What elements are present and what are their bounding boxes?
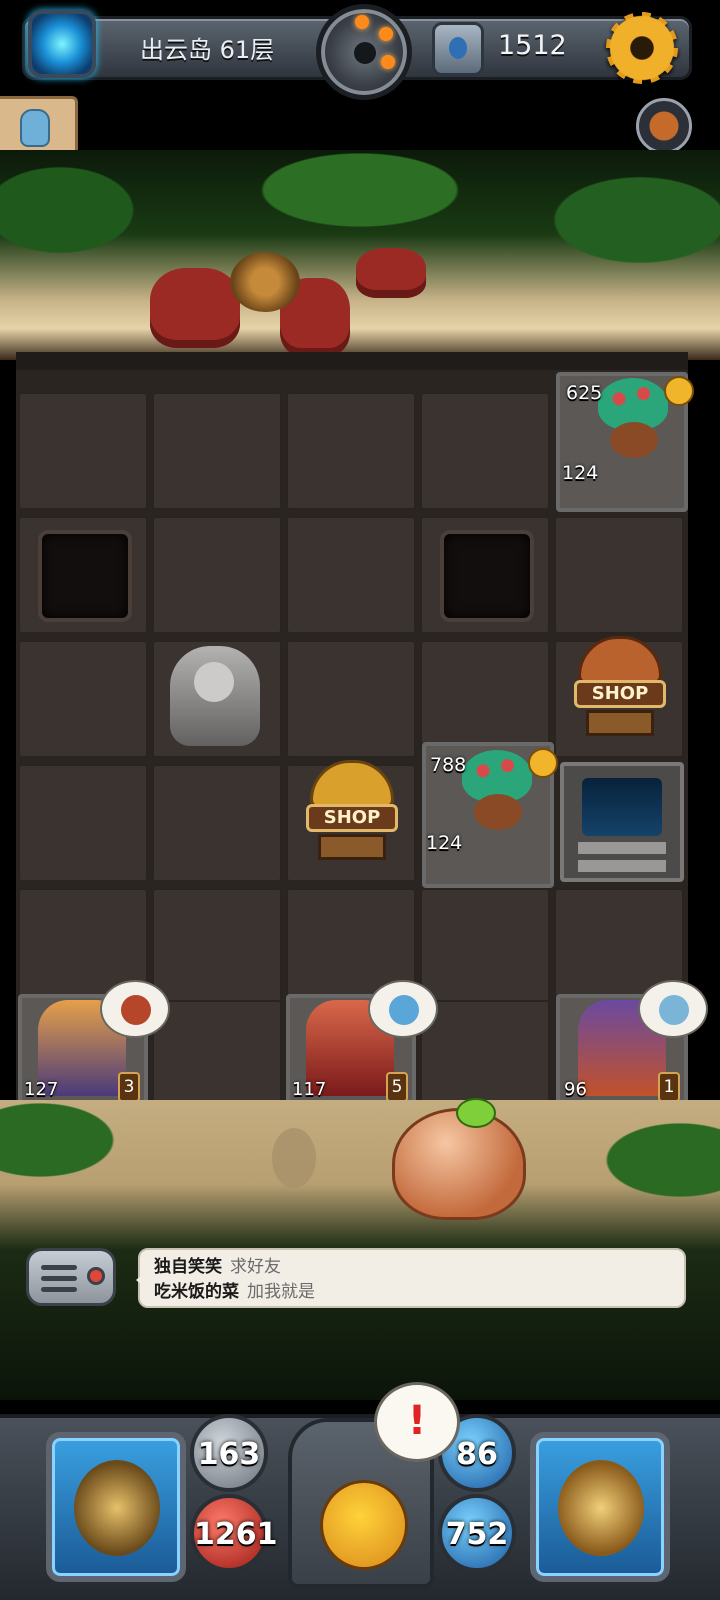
chat-message: 吃米饭的菜 加我就是 xyxy=(154,1280,670,1305)
equipment-slot-button[interactable] xyxy=(46,1432,186,1582)
boss-paw xyxy=(150,268,240,348)
pit-hole xyxy=(440,530,534,622)
timer-icon[interactable] xyxy=(636,98,692,154)
shop-building[interactable]: SHOP xyxy=(570,636,670,740)
shop-roof xyxy=(578,636,662,684)
alert-bubble[interactable]: ! xyxy=(374,1382,460,1462)
board-tile[interactable] xyxy=(152,888,282,1006)
caterpillar xyxy=(456,1098,496,1128)
chat-panel[interactable]: 独自笑笑 求好友 吃米饭的菜 加我就是 xyxy=(136,1248,686,1308)
chat-message: 独自笑笑 求好友 xyxy=(154,1255,670,1280)
coin-count: 1512 xyxy=(498,30,567,61)
board-tile[interactable] xyxy=(152,392,282,510)
board-tile[interactable] xyxy=(420,392,550,510)
bomb-charge-dot xyxy=(379,27,393,41)
floor-label: 出云岛 61层 xyxy=(140,36,275,64)
stairs-step xyxy=(578,860,666,872)
chat-sender: 吃米饭的菜 xyxy=(154,1282,239,1302)
speech-bubble xyxy=(100,980,170,1038)
board-tile[interactable] xyxy=(286,392,416,510)
monster-hp: 625 xyxy=(559,380,603,404)
hero-level: 5 xyxy=(386,1072,408,1102)
board-tile[interactable] xyxy=(152,516,282,634)
board-tile[interactable] xyxy=(554,516,684,634)
peach-pot[interactable] xyxy=(392,1108,526,1220)
hero-level: 1 xyxy=(658,1072,680,1102)
monster-body xyxy=(610,422,658,458)
shield-icon xyxy=(659,995,689,1025)
bomb-core xyxy=(354,42,376,64)
speech-bubble xyxy=(638,980,708,1038)
bomb-charge-dot xyxy=(381,55,395,69)
stairs-exit[interactable] xyxy=(560,762,684,882)
chat-line-icon xyxy=(41,1265,77,1270)
board-tile[interactable] xyxy=(420,888,550,1006)
bomb-dial-icon[interactable] xyxy=(316,4,412,100)
ember-icon xyxy=(121,995,151,1025)
knight-helmet-icon xyxy=(74,1460,160,1556)
chat-button[interactable] xyxy=(26,1248,116,1306)
chat-sender: 独自笑笑 xyxy=(154,1257,222,1277)
board-tile[interactable] xyxy=(152,764,282,882)
monkey-king-face-icon xyxy=(320,1480,408,1570)
stairs-step xyxy=(578,842,666,854)
monster-attack: 124 xyxy=(419,832,463,854)
chat-line-icon xyxy=(41,1287,77,1292)
board-tile[interactable] xyxy=(152,1000,282,1104)
ghost-face xyxy=(194,662,234,702)
shop-base xyxy=(318,834,386,860)
speech-bubble xyxy=(368,980,438,1038)
sword-icon xyxy=(528,748,558,778)
monster-attack: 124 xyxy=(555,462,599,484)
robot-icon xyxy=(20,109,50,147)
shop-base xyxy=(586,710,654,736)
shop-roof xyxy=(310,760,394,808)
board-tile[interactable] xyxy=(18,764,148,882)
board-tile-pit[interactable] xyxy=(420,516,550,634)
monster-body xyxy=(474,794,522,830)
hero-attack: 127 xyxy=(24,1079,59,1100)
chat-text: 求好友 xyxy=(230,1257,281,1277)
footprint xyxy=(272,1128,316,1188)
pit-hole xyxy=(38,530,132,622)
rune-icon xyxy=(432,22,484,76)
gear-icon[interactable] xyxy=(606,12,678,84)
sword-icon xyxy=(664,376,694,406)
ghost-npc[interactable] xyxy=(170,646,260,746)
board-tile[interactable] xyxy=(420,1000,550,1104)
board-tile[interactable] xyxy=(18,640,148,758)
board-tile[interactable] xyxy=(18,392,148,510)
board-tile[interactable] xyxy=(420,640,550,758)
shop-sign: SHOP xyxy=(306,804,398,832)
stairs-hole xyxy=(582,778,662,836)
hp-orb: 1261 xyxy=(190,1494,278,1572)
board-tile-pit[interactable] xyxy=(18,516,148,634)
chat-text: 加我就是 xyxy=(247,1282,315,1302)
spellbook-slot-button[interactable] xyxy=(530,1432,670,1582)
bomb-charge-dot xyxy=(355,15,369,29)
boss-paw xyxy=(356,248,426,298)
attack-orb: 163 xyxy=(190,1414,268,1492)
shop-sign: SHOP xyxy=(574,680,666,708)
robot-badge-button[interactable] xyxy=(0,96,78,158)
hero-attack: 117 xyxy=(292,1079,327,1100)
monster-hp: 788 xyxy=(423,752,467,776)
board-tile[interactable] xyxy=(286,516,416,634)
mana-orb: 752 xyxy=(438,1494,516,1572)
hero-level: 3 xyxy=(118,1072,140,1102)
boss-spike-ball xyxy=(230,252,300,312)
chat-knob-icon xyxy=(87,1267,105,1285)
board-tile[interactable] xyxy=(286,640,416,758)
spellbook-icon xyxy=(558,1460,644,1556)
hero-attack: 96 xyxy=(564,1079,587,1100)
shop-building[interactable]: SHOP xyxy=(302,760,402,864)
whirlwind-icon xyxy=(389,995,419,1025)
portal-icon[interactable] xyxy=(28,10,96,78)
boss-plant xyxy=(150,238,430,358)
chat-line-icon xyxy=(41,1276,77,1281)
